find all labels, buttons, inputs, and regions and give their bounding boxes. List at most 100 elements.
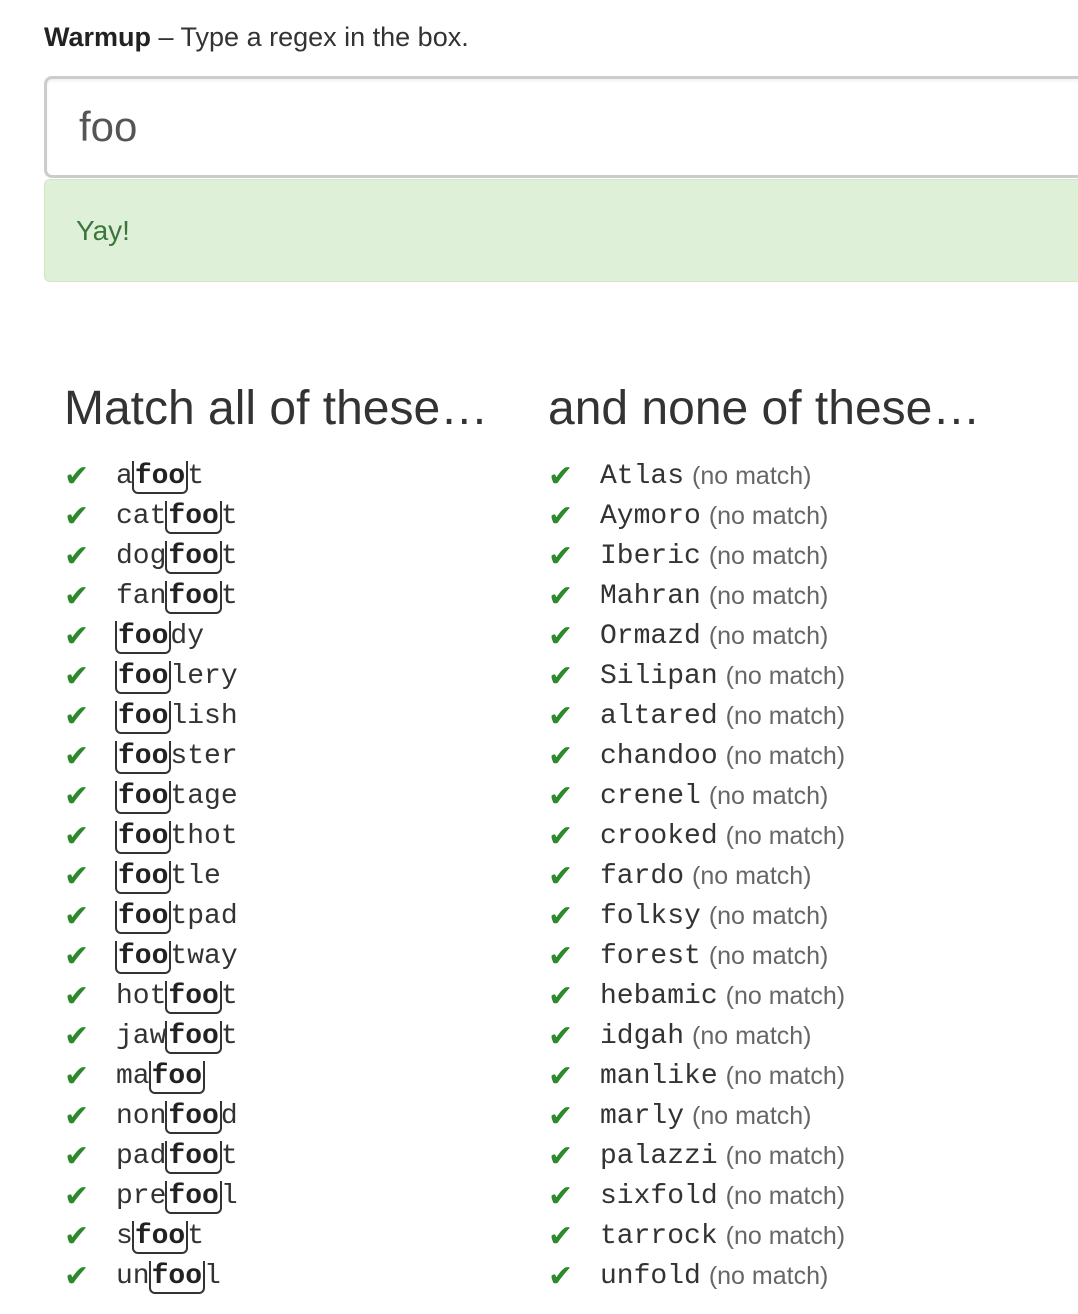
match-word-pre: dog xyxy=(116,540,167,572)
nomatch-label: (no match) xyxy=(692,1101,812,1130)
nomatch-label: (no match) xyxy=(725,1181,846,1210)
nomatch-label: (no match) xyxy=(708,1261,829,1290)
result-alert: Yay! xyxy=(44,179,1078,282)
nomatch-item: ✔ folksy (no match) xyxy=(548,896,980,936)
match-item: ✔ foothot xyxy=(64,816,488,856)
check-icon: ✔ xyxy=(548,738,574,774)
match-item: ✔ dogfoot xyxy=(64,536,488,576)
match-word: foody xyxy=(115,620,204,654)
match-word-pre: hot xyxy=(116,980,167,1012)
match-word-post: tway xyxy=(170,940,238,972)
nomatch-word: crooked xyxy=(600,820,718,852)
nomatch-word: palazzi xyxy=(600,1140,718,1172)
check-icon: ✔ xyxy=(64,658,90,694)
nomatch-word: hebamic xyxy=(600,980,718,1012)
match-highlight: foo xyxy=(165,500,222,534)
nomatch-word: crenel xyxy=(600,780,701,812)
match-heading: Match all of these… xyxy=(64,382,489,435)
check-icon: ✔ xyxy=(548,698,574,734)
check-icon: ✔ xyxy=(64,898,90,934)
check-icon: ✔ xyxy=(548,898,574,934)
nomatch-item: ✔ marly (no match) xyxy=(548,1096,980,1136)
match-highlight: foo xyxy=(115,940,172,974)
match-word-post: tpad xyxy=(170,900,238,932)
nomatch-item: ✔ idgah (no match) xyxy=(548,1016,980,1056)
nomatch-item: ✔ crenel (no match) xyxy=(548,776,980,816)
match-word: foolery xyxy=(115,660,238,694)
nomatch-label: (no match) xyxy=(708,501,829,530)
check-icon: ✔ xyxy=(64,938,90,974)
match-highlight: foo xyxy=(115,820,172,854)
nomatch-item: ✔ chandoo (no match) xyxy=(548,736,980,776)
check-icon: ✔ xyxy=(548,818,574,854)
nomatch-label: (no match) xyxy=(725,1221,846,1250)
match-item: ✔ footway xyxy=(64,936,488,976)
regex-input[interactable] xyxy=(44,76,1078,178)
check-icon: ✔ xyxy=(64,618,90,654)
nomatch-item: ✔ Silipan (no match) xyxy=(548,656,980,696)
match-word: afoot xyxy=(116,460,205,494)
check-icon: ✔ xyxy=(548,858,574,894)
match-word-pre: cat xyxy=(116,500,167,532)
nomatch-label: (no match) xyxy=(725,1061,846,1090)
nomatch-column: and none of these… ✔ Atlas (no match) ✔ Aymo… xyxy=(548,376,980,1296)
check-icon: ✔ xyxy=(548,778,574,814)
nomatch-word: Aymoro xyxy=(600,500,701,532)
nomatch-word: folksy xyxy=(600,900,701,932)
nomatch-label: (no match) xyxy=(708,581,829,610)
match-word: catfoot xyxy=(116,500,238,534)
match-highlight: foo xyxy=(115,860,172,894)
match-highlight: foo xyxy=(115,780,172,814)
match-item: ✔ footpad xyxy=(64,896,488,936)
check-icon: ✔ xyxy=(548,1098,574,1134)
match-item: ✔ foolish xyxy=(64,696,488,736)
match-item: ✔ hotfoot xyxy=(64,976,488,1016)
nomatch-item: ✔ altared (no match) xyxy=(548,696,980,736)
match-word-post: t xyxy=(220,580,238,612)
match-highlight: foo xyxy=(131,1220,189,1254)
match-highlight: foo xyxy=(165,1180,222,1214)
check-icon: ✔ xyxy=(64,538,90,574)
nomatch-label: (no match) xyxy=(708,901,829,930)
match-item: ✔ mafoo xyxy=(64,1056,488,1096)
check-icon: ✔ xyxy=(548,1218,574,1254)
nomatch-item: ✔ Aymoro (no match) xyxy=(548,496,980,536)
nomatch-label: (no match) xyxy=(692,861,812,890)
check-icon: ✔ xyxy=(64,578,90,614)
nomatch-item: ✔ forest (no match) xyxy=(548,936,980,976)
match-word-pre: jaw xyxy=(116,1020,167,1052)
check-icon: ✔ xyxy=(64,1138,90,1174)
match-word-post: l xyxy=(204,1260,221,1292)
nomatch-item: ✔ tarrock (no match) xyxy=(548,1216,980,1256)
check-icon: ✔ xyxy=(548,458,574,494)
match-word: fanfoot xyxy=(116,580,238,614)
match-word: foolish xyxy=(115,700,238,734)
check-icon: ✔ xyxy=(64,1218,90,1254)
check-icon: ✔ xyxy=(64,778,90,814)
match-word: prefool xyxy=(116,1180,238,1214)
check-icon: ✔ xyxy=(64,1178,90,1214)
match-highlight: foo xyxy=(115,660,172,694)
nomatch-label: (no match) xyxy=(692,1021,812,1050)
match-item: ✔ foody xyxy=(64,616,488,656)
nomatch-item: ✔ crooked (no match) xyxy=(548,816,980,856)
result-message: Yay! xyxy=(76,214,130,246)
nomatch-item: ✔ Ormazd (no match) xyxy=(548,616,980,656)
match-word: dogfoot xyxy=(116,540,238,574)
check-icon: ✔ xyxy=(64,698,90,734)
match-word: footpad xyxy=(115,900,238,934)
match-word: unfool xyxy=(116,1260,221,1294)
nomatch-label: (no match) xyxy=(725,701,846,730)
match-item: ✔ fanfoot xyxy=(64,576,488,616)
check-icon: ✔ xyxy=(64,978,90,1014)
nomatch-word: tarrock xyxy=(600,1220,718,1252)
check-icon: ✔ xyxy=(548,938,574,974)
nomatch-label: (no match) xyxy=(708,541,829,570)
match-word-post: t xyxy=(187,460,205,492)
match-word-pre: fan xyxy=(116,580,167,612)
check-icon: ✔ xyxy=(548,1178,574,1214)
nomatch-item: ✔ hebamic (no match) xyxy=(548,976,980,1016)
match-column: Match all of these… ✔ afoot ✔ catfoot ✔ dogfo… xyxy=(64,376,488,1296)
nomatch-label: (no match) xyxy=(692,461,812,490)
nomatch-word: unfold xyxy=(600,1260,701,1292)
